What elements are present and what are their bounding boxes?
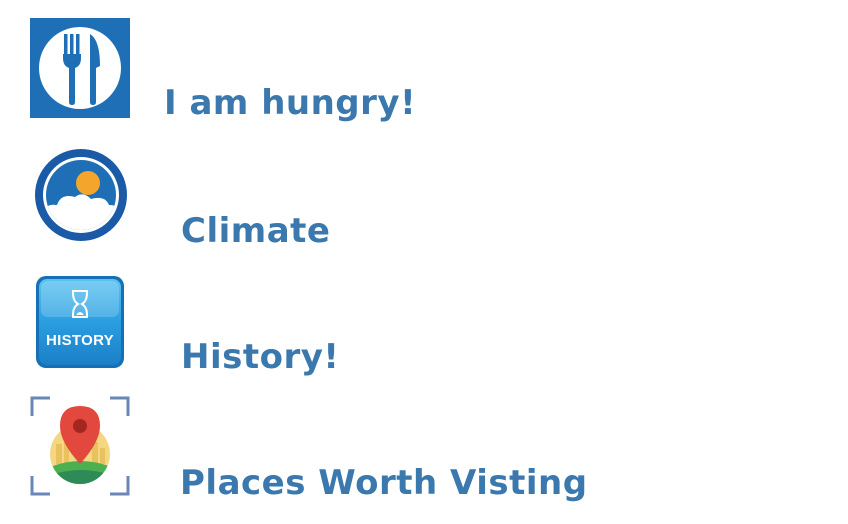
menu-item-hungry[interactable]: I am hungry! <box>0 0 848 130</box>
menu-item-label: Places Worth Visting <box>180 463 588 503</box>
menu-item-climate[interactable]: Climate <box>0 130 848 260</box>
history-icon-text: HISTORY <box>46 332 114 349</box>
hourglass-history-icon[interactable]: HISTORY <box>35 275 125 369</box>
map-pin-icon[interactable] <box>30 396 130 496</box>
menu-item-label: Climate <box>181 211 331 251</box>
menu-item-places[interactable]: Places Worth Visting <box>0 390 848 524</box>
sun-cloud-icon[interactable] <box>33 147 129 243</box>
fork-knife-icon[interactable] <box>30 18 130 118</box>
menu-item-label: I am hungry! <box>164 83 417 123</box>
menu-item-label: History! <box>181 337 340 377</box>
menu-item-history[interactable]: HISTORY History! <box>0 260 848 390</box>
